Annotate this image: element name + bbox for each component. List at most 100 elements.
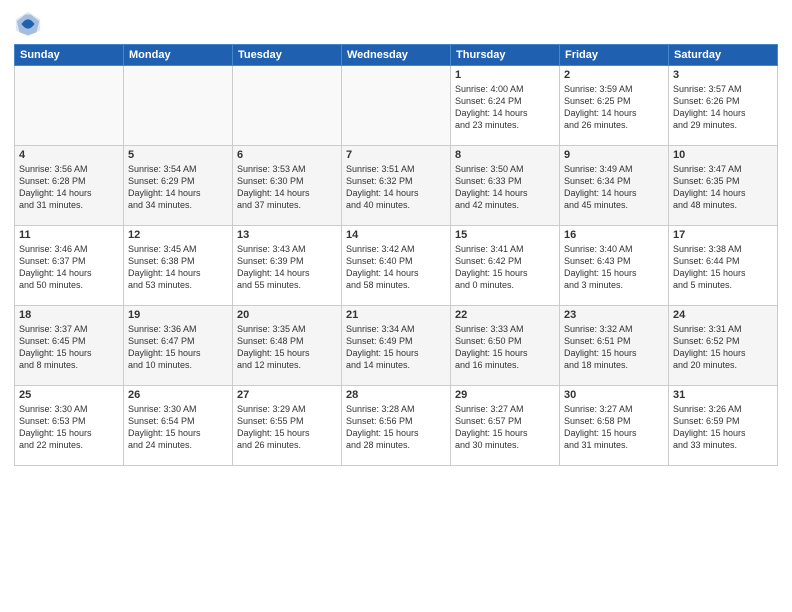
day-info: Sunrise: 3:41 AM Sunset: 6:42 PM Dayligh…: [455, 243, 555, 292]
day-info: Sunrise: 3:34 AM Sunset: 6:49 PM Dayligh…: [346, 323, 446, 372]
logo-icon: [14, 10, 42, 38]
calendar-cell-w0d0: [15, 66, 124, 146]
calendar-cell-w1d3: 7 Sunrise: 3:51 AM Sunset: 6:32 PM Daylig…: [342, 146, 451, 226]
day-number: 29: [455, 389, 555, 401]
calendar-week-3: 18 Sunrise: 3:37 AM Sunset: 6:45 PM Dayli…: [15, 306, 778, 386]
day-number: 15: [455, 229, 555, 241]
calendar-cell-w4d1: 26 Sunrise: 3:30 AM Sunset: 6:54 PM Dayli…: [124, 386, 233, 466]
day-number: 6: [237, 149, 337, 161]
day-number: 17: [673, 229, 773, 241]
calendar-cell-w2d4: 15 Sunrise: 3:41 AM Sunset: 6:42 PM Dayli…: [451, 226, 560, 306]
weekday-header-row: SundayMondayTuesdayWednesdayThursdayFrid…: [15, 45, 778, 66]
calendar-week-0: 1 Sunrise: 4:00 AM Sunset: 6:24 PM Daylig…: [15, 66, 778, 146]
calendar-week-1: 4 Sunrise: 3:56 AM Sunset: 6:28 PM Daylig…: [15, 146, 778, 226]
calendar-cell-w0d5: 2Sunrise: 3:59 AM Sunset: 6:25 PM Daylig…: [560, 66, 669, 146]
day-number: 26: [128, 389, 228, 401]
day-info: Sunrise: 3:51 AM Sunset: 6:32 PM Dayligh…: [346, 163, 446, 212]
calendar-cell-w3d5: 23Sunrise: 3:32 AM Sunset: 6:51 PM Dayli…: [560, 306, 669, 386]
calendar-cell-w3d2: 20 Sunrise: 3:35 AM Sunset: 6:48 PM Dayli…: [233, 306, 342, 386]
day-number: 11: [19, 229, 119, 241]
calendar-cell-w3d6: 24Sunrise: 3:31 AM Sunset: 6:52 PM Dayli…: [669, 306, 778, 386]
day-number: 3: [673, 69, 773, 81]
day-info: Sunrise: 3:38 AM Sunset: 6:44 PM Dayligh…: [673, 243, 773, 292]
calendar-week-2: 11 Sunrise: 3:46 AM Sunset: 6:37 PM Dayli…: [15, 226, 778, 306]
day-number: 1: [455, 69, 555, 81]
calendar-cell-w1d4: 8 Sunrise: 3:50 AM Sunset: 6:33 PM Daylig…: [451, 146, 560, 226]
day-info: Sunrise: 3:35 AM Sunset: 6:48 PM Dayligh…: [237, 323, 337, 372]
day-number: 4: [19, 149, 119, 161]
day-number: 27: [237, 389, 337, 401]
header: [14, 10, 778, 38]
calendar-cell-w3d1: 19Sunrise: 3:36 AM Sunset: 6:47 PM Dayli…: [124, 306, 233, 386]
day-info: Sunrise: 3:33 AM Sunset: 6:50 PM Dayligh…: [455, 323, 555, 372]
calendar-cell-w4d5: 30 Sunrise: 3:27 AM Sunset: 6:58 PM Dayli…: [560, 386, 669, 466]
day-number: 10: [673, 149, 773, 161]
day-number: 12: [128, 229, 228, 241]
weekday-header-friday: Friday: [560, 45, 669, 66]
weekday-header-tuesday: Tuesday: [233, 45, 342, 66]
day-number: 13: [237, 229, 337, 241]
day-number: 28: [346, 389, 446, 401]
day-number: 9: [564, 149, 664, 161]
day-info: Sunrise: 3:43 AM Sunset: 6:39 PM Dayligh…: [237, 243, 337, 292]
day-info: Sunrise: 3:46 AM Sunset: 6:37 PM Dayligh…: [19, 243, 119, 292]
calendar-cell-w4d0: 25 Sunrise: 3:30 AM Sunset: 6:53 PM Dayli…: [15, 386, 124, 466]
day-info: Sunrise: 3:49 AM Sunset: 6:34 PM Dayligh…: [564, 163, 664, 212]
calendar-cell-w0d4: 1 Sunrise: 4:00 AM Sunset: 6:24 PM Daylig…: [451, 66, 560, 146]
day-info: Sunrise: 3:31 AM Sunset: 6:52 PM Dayligh…: [673, 323, 773, 372]
weekday-header-saturday: Saturday: [669, 45, 778, 66]
day-info: Sunrise: 3:37 AM Sunset: 6:45 PM Dayligh…: [19, 323, 119, 372]
calendar-cell-w2d5: 16Sunrise: 3:40 AM Sunset: 6:43 PM Dayli…: [560, 226, 669, 306]
day-number: 7: [346, 149, 446, 161]
day-info: Sunrise: 3:27 AM Sunset: 6:58 PM Dayligh…: [564, 403, 664, 452]
calendar-cell-w1d6: 10 Sunrise: 3:47 AM Sunset: 6:35 PM Dayli…: [669, 146, 778, 226]
day-number: 8: [455, 149, 555, 161]
calendar-cell-w1d1: 5 Sunrise: 3:54 AM Sunset: 6:29 PM Daylig…: [124, 146, 233, 226]
day-info: Sunrise: 3:28 AM Sunset: 6:56 PM Dayligh…: [346, 403, 446, 452]
day-number: 20: [237, 309, 337, 321]
day-info: Sunrise: 4:00 AM Sunset: 6:24 PM Dayligh…: [455, 83, 555, 132]
calendar-cell-w0d6: 3 Sunrise: 3:57 AM Sunset: 6:26 PM Daylig…: [669, 66, 778, 146]
day-number: 21: [346, 309, 446, 321]
day-info: Sunrise: 3:54 AM Sunset: 6:29 PM Dayligh…: [128, 163, 228, 212]
day-info: Sunrise: 3:53 AM Sunset: 6:30 PM Dayligh…: [237, 163, 337, 212]
calendar-cell-w2d3: 14 Sunrise: 3:42 AM Sunset: 6:40 PM Dayli…: [342, 226, 451, 306]
day-number: 23: [564, 309, 664, 321]
day-number: 5: [128, 149, 228, 161]
day-info: Sunrise: 3:30 AM Sunset: 6:53 PM Dayligh…: [19, 403, 119, 452]
day-info: Sunrise: 3:45 AM Sunset: 6:38 PM Dayligh…: [128, 243, 228, 292]
logo: [14, 10, 46, 38]
weekday-header-sunday: Sunday: [15, 45, 124, 66]
calendar-week-4: 25 Sunrise: 3:30 AM Sunset: 6:53 PM Dayli…: [15, 386, 778, 466]
calendar-cell-w2d1: 12 Sunrise: 3:45 AM Sunset: 6:38 PM Dayli…: [124, 226, 233, 306]
day-number: 18: [19, 309, 119, 321]
day-number: 2: [564, 69, 664, 81]
day-number: 30: [564, 389, 664, 401]
day-info: Sunrise: 3:57 AM Sunset: 6:26 PM Dayligh…: [673, 83, 773, 132]
calendar-cell-w0d2: [233, 66, 342, 146]
day-info: Sunrise: 3:26 AM Sunset: 6:59 PM Dayligh…: [673, 403, 773, 452]
calendar-cell-w3d4: 22 Sunrise: 3:33 AM Sunset: 6:50 PM Dayli…: [451, 306, 560, 386]
calendar-cell-w4d4: 29 Sunrise: 3:27 AM Sunset: 6:57 PM Dayli…: [451, 386, 560, 466]
calendar-cell-w2d0: 11 Sunrise: 3:46 AM Sunset: 6:37 PM Dayli…: [15, 226, 124, 306]
calendar-cell-w1d2: 6 Sunrise: 3:53 AM Sunset: 6:30 PM Daylig…: [233, 146, 342, 226]
calendar-cell-w3d0: 18 Sunrise: 3:37 AM Sunset: 6:45 PM Dayli…: [15, 306, 124, 386]
day-info: Sunrise: 3:27 AM Sunset: 6:57 PM Dayligh…: [455, 403, 555, 452]
day-number: 19: [128, 309, 228, 321]
calendar-cell-w4d6: 31Sunrise: 3:26 AM Sunset: 6:59 PM Dayli…: [669, 386, 778, 466]
page: SundayMondayTuesdayWednesdayThursdayFrid…: [0, 0, 792, 612]
day-number: 16: [564, 229, 664, 241]
calendar-cell-w1d5: 9 Sunrise: 3:49 AM Sunset: 6:34 PM Daylig…: [560, 146, 669, 226]
weekday-header-wednesday: Wednesday: [342, 45, 451, 66]
day-number: 14: [346, 229, 446, 241]
calendar-cell-w4d3: 28 Sunrise: 3:28 AM Sunset: 6:56 PM Dayli…: [342, 386, 451, 466]
day-info: Sunrise: 3:30 AM Sunset: 6:54 PM Dayligh…: [128, 403, 228, 452]
day-info: Sunrise: 3:47 AM Sunset: 6:35 PM Dayligh…: [673, 163, 773, 212]
day-number: 25: [19, 389, 119, 401]
day-info: Sunrise: 3:42 AM Sunset: 6:40 PM Dayligh…: [346, 243, 446, 292]
day-info: Sunrise: 3:56 AM Sunset: 6:28 PM Dayligh…: [19, 163, 119, 212]
calendar-table: SundayMondayTuesdayWednesdayThursdayFrid…: [14, 44, 778, 466]
day-number: 22: [455, 309, 555, 321]
weekday-header-thursday: Thursday: [451, 45, 560, 66]
day-info: Sunrise: 3:50 AM Sunset: 6:33 PM Dayligh…: [455, 163, 555, 212]
